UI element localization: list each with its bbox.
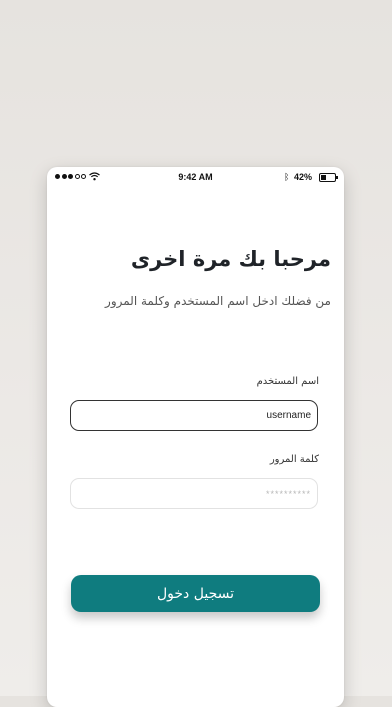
- phone-frame: 9:42 AM ᛒ 42% مرحبا بك مرة اخرى من فضلك …: [47, 167, 344, 707]
- page-subtitle: من فضلك ادخل اسم المستخدم وكلمة المرور: [105, 294, 331, 308]
- bluetooth-icon: ᛒ: [284, 172, 290, 182]
- page-title: مرحبا بك مرة اخرى: [130, 247, 331, 271]
- password-field[interactable]: [70, 478, 318, 509]
- battery-icon: [319, 173, 338, 182]
- login-button[interactable]: تسجيل دخول: [71, 575, 320, 612]
- status-bar: 9:42 AM ᛒ 42%: [47, 167, 344, 188]
- username-field[interactable]: [70, 400, 318, 431]
- password-label: كلمة المرور: [269, 454, 319, 465]
- battery-percentage: 42%: [294, 172, 313, 182]
- username-label: اسم المستخدم: [256, 376, 319, 387]
